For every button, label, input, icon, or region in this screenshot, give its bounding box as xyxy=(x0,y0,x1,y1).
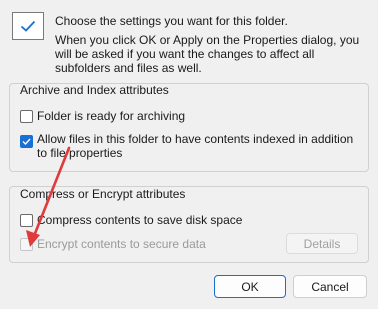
ok-button[interactable]: OK xyxy=(214,275,286,298)
folder-settings-checkbox[interactable] xyxy=(12,12,44,40)
compress-encrypt-group-label: Compress or Encrypt attributes xyxy=(20,187,186,201)
archive-checkbox-label: Folder is ready for archiving xyxy=(37,109,186,123)
intro-title: Choose the settings you want for this fo… xyxy=(55,14,288,28)
cancel-button[interactable]: Cancel xyxy=(293,275,367,298)
encrypt-checkbox-label: Encrypt contents to secure data xyxy=(37,237,206,251)
compress-checkbox-row[interactable]: Compress contents to save disk space xyxy=(20,213,242,227)
encrypt-checkbox-row[interactable]: Encrypt contents to secure data xyxy=(20,237,206,251)
compress-checkbox-label: Compress contents to save disk space xyxy=(37,213,243,227)
intro-description: When you click OK or Apply on the Proper… xyxy=(55,33,360,75)
checkmark-icon xyxy=(22,138,31,145)
encrypt-checkbox[interactable] xyxy=(20,237,33,251)
details-button[interactable]: Details xyxy=(286,233,358,254)
checkmark-icon xyxy=(20,20,36,32)
archive-index-group-label: Archive and Index attributes xyxy=(20,83,169,97)
compress-checkbox[interactable] xyxy=(20,213,33,227)
archive-checkbox[interactable] xyxy=(20,109,33,123)
index-checkbox[interactable] xyxy=(20,135,33,148)
archive-checkbox-row[interactable]: Folder is ready for archiving xyxy=(20,109,185,123)
index-checkbox-label[interactable]: Allow files in this folder to have conte… xyxy=(37,132,361,160)
